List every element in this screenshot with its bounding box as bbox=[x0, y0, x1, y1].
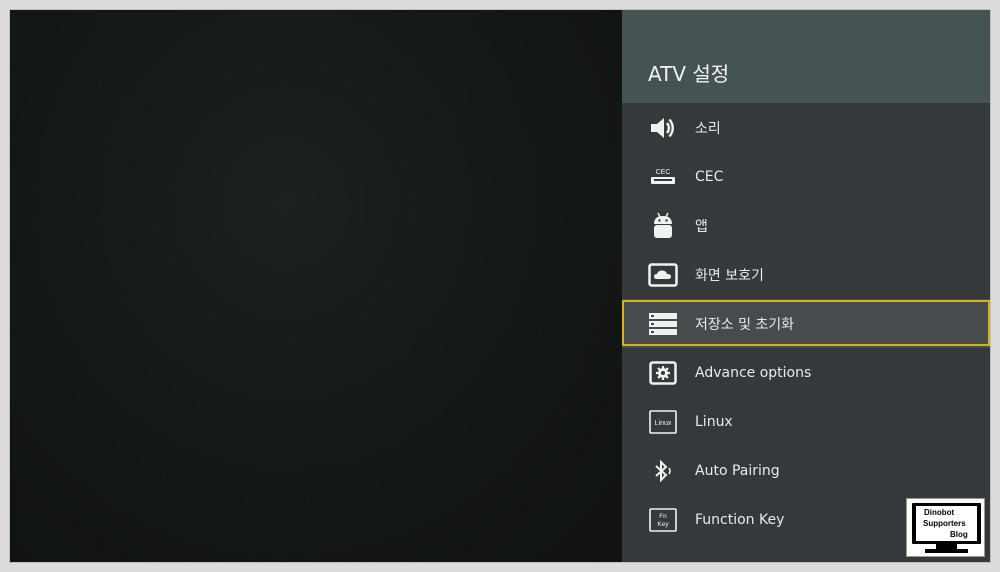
menu-item-label: 소리 bbox=[695, 120, 721, 137]
linux-icon-text: Linux bbox=[655, 420, 672, 427]
menu-item-label: Advance options bbox=[695, 364, 812, 381]
android-icon bbox=[648, 211, 678, 241]
background-video bbox=[10, 10, 622, 562]
settings-icon bbox=[648, 358, 678, 388]
watermark-line2: Supporters bbox=[923, 519, 966, 528]
menu-item-apps[interactable]: 앱 bbox=[622, 201, 990, 250]
fn-icon-text: Fn bbox=[659, 513, 667, 520]
menu-item-advance-options[interactable]: Advance options bbox=[622, 348, 990, 397]
storage-icon bbox=[648, 309, 678, 339]
key-icon-text: Key bbox=[657, 521, 669, 528]
cec-icon: CEC bbox=[648, 162, 678, 192]
menu-item-label: Auto Pairing bbox=[695, 462, 780, 479]
bluetooth-icon bbox=[648, 456, 678, 486]
menu-item-linux[interactable]: Linux Linux bbox=[622, 397, 990, 446]
menu-item-label: Function Key bbox=[695, 511, 785, 528]
cec-icon-text: CEC bbox=[656, 169, 671, 176]
screensaver-icon bbox=[648, 260, 678, 290]
menu-item-label: CEC bbox=[695, 168, 724, 185]
menu-item-sound[interactable]: 소리 bbox=[622, 103, 990, 152]
settings-menu: 소리 CEC CEC 앱 화면 보호기 저장소 및 초기화 Advance op… bbox=[622, 103, 990, 544]
menu-item-label: 저장소 및 초기화 bbox=[695, 316, 795, 333]
menu-item-cec[interactable]: CEC CEC bbox=[622, 152, 990, 201]
tv-screen: ATV 설정 소리 CEC CEC 앱 화면 보호기 저장소 및 초기화 Adv… bbox=[9, 9, 991, 563]
menu-item-label: 앱 bbox=[695, 218, 708, 235]
watermark-line1: Dinobot bbox=[924, 508, 955, 517]
watermark-line3: Blog bbox=[950, 530, 968, 539]
panel-header: ATV 설정 bbox=[622, 10, 990, 103]
menu-item-screensaver[interactable]: 화면 보호기 bbox=[622, 250, 990, 299]
menu-item-storage-reset[interactable]: 저장소 및 초기화 bbox=[622, 299, 990, 348]
menu-item-label: Linux bbox=[695, 413, 733, 430]
blog-watermark: Dinobot Supporters Blog bbox=[906, 498, 985, 557]
speaker-icon bbox=[648, 113, 678, 143]
fn-key-icon: Fn Key bbox=[648, 505, 678, 535]
settings-panel: ATV 설정 소리 CEC CEC 앱 화면 보호기 저장소 및 초기화 Adv… bbox=[622, 10, 990, 562]
menu-item-auto-pairing[interactable]: Auto Pairing bbox=[622, 446, 990, 495]
menu-item-label: 화면 보호기 bbox=[695, 267, 764, 284]
page-title: ATV 설정 bbox=[648, 62, 730, 86]
background-texture bbox=[10, 10, 622, 562]
linux-icon: Linux bbox=[648, 407, 678, 437]
